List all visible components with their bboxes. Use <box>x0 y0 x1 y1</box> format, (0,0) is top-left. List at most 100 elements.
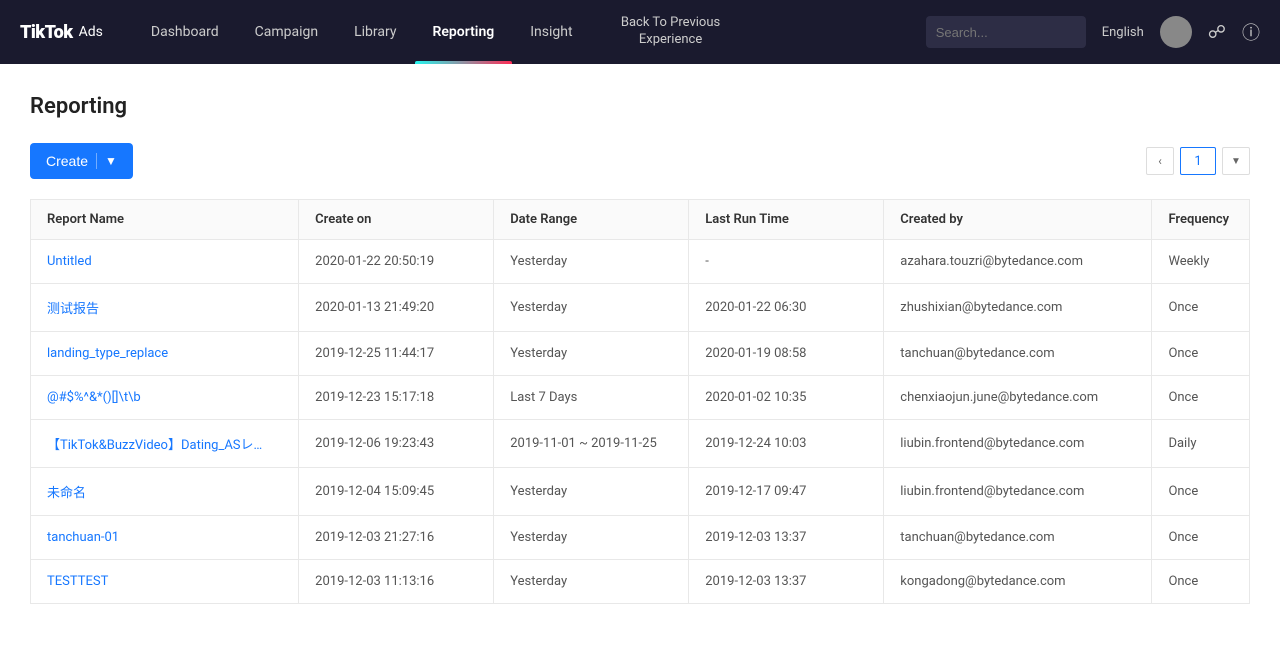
cell-created-by: liubin.frontend@bytedance.com <box>884 420 1152 468</box>
cell-name: Untitled <box>31 240 299 284</box>
cell-frequency: Once <box>1152 560 1250 604</box>
toolbar: Create ▼ ‹ 1 ▼ <box>30 143 1250 179</box>
cell-name: 【TikTok&BuzzVideo】Dating_ASレポ... <box>31 420 299 468</box>
cell-create: 2019-12-23 15:17:18 <box>299 376 494 420</box>
table-header: Report Name Create on Date Range Last Ru… <box>31 200 1250 240</box>
report-link[interactable]: 未命名 <box>47 482 267 501</box>
report-link[interactable]: TESTTEST <box>47 574 267 589</box>
table-row: Untitled 2020-01-22 20:50:19 Yesterday -… <box>31 240 1250 284</box>
cell-run: - <box>689 240 884 284</box>
cell-created-by: liubin.frontend@bytedance.com <box>884 468 1152 516</box>
cell-create: 2020-01-13 21:49:20 <box>299 284 494 332</box>
cell-date: Yesterday <box>494 468 689 516</box>
notification-icon[interactable]: ☍ <box>1208 22 1226 43</box>
col-header-freq: Frequency <box>1152 200 1250 240</box>
cell-date: Yesterday <box>494 240 689 284</box>
cell-name: 测试报告 <box>31 284 299 332</box>
nav-links: Dashboard Campaign Library Reporting Ins… <box>133 0 926 64</box>
cell-run: 2019-12-03 13:37 <box>689 516 884 560</box>
report-link[interactable]: @#$%^&*()[]\t\b <box>47 390 267 405</box>
cell-frequency: Once <box>1152 332 1250 376</box>
cell-run: 2020-01-02 10:35 <box>689 376 884 420</box>
main-content: Reporting Create ▼ ‹ 1 ▼ Report Name Cre… <box>0 64 1280 645</box>
cell-created-by: tanchuan@bytedance.com <box>884 516 1152 560</box>
logo-ads: Ads <box>79 24 103 40</box>
cell-frequency: Once <box>1152 376 1250 420</box>
report-link[interactable]: landing_type_replace <box>47 346 267 361</box>
language-selector[interactable]: English <box>1102 25 1144 40</box>
cell-run: 2020-01-22 06:30 <box>689 284 884 332</box>
create-dropdown-arrow[interactable]: ▼ <box>96 153 117 169</box>
search-input[interactable] <box>926 16 1086 48</box>
cell-run: 2019-12-17 09:47 <box>689 468 884 516</box>
logo-tiktok: TikTok <box>20 22 73 43</box>
cell-name: 未命名 <box>31 468 299 516</box>
cell-frequency: Daily <box>1152 420 1250 468</box>
cell-created-by: tanchuan@bytedance.com <box>884 332 1152 376</box>
nav-item-campaign[interactable]: Campaign <box>237 0 336 64</box>
cell-frequency: Once <box>1152 468 1250 516</box>
create-label: Create <box>46 153 88 169</box>
report-link[interactable]: tanchuan-01 <box>47 530 267 545</box>
nav-item-library[interactable]: Library <box>336 0 414 64</box>
report-link[interactable]: Untitled <box>47 254 267 269</box>
col-header-create: Create on <box>299 200 494 240</box>
nav-back-button[interactable]: Back To Previous Experience <box>591 0 751 64</box>
cell-frequency: Weekly <box>1152 240 1250 284</box>
cell-name: TESTTEST <box>31 560 299 604</box>
table-row: 【TikTok&BuzzVideo】Dating_ASレポ... 2019-12… <box>31 420 1250 468</box>
page-dropdown[interactable]: ▼ <box>1222 147 1250 175</box>
table-row: 测试报告 2020-01-13 21:49:20 Yesterday 2020-… <box>31 284 1250 332</box>
table-row: landing_type_replace 2019-12-25 11:44:17… <box>31 332 1250 376</box>
cell-date: Yesterday <box>494 560 689 604</box>
cell-run: 2020-01-19 08:58 <box>689 332 884 376</box>
cell-name: landing_type_replace <box>31 332 299 376</box>
logo[interactable]: TikTok Ads <box>20 22 103 43</box>
cell-created-by: chenxiaojun.june@bytedance.com <box>884 376 1152 420</box>
cell-run: 2019-12-24 10:03 <box>689 420 884 468</box>
cell-run: 2019-12-03 13:37 <box>689 560 884 604</box>
report-link[interactable]: 【TikTok&BuzzVideo】Dating_ASレポ... <box>47 434 267 453</box>
cell-date: Yesterday <box>494 332 689 376</box>
pagination: ‹ 1 ▼ <box>1146 147 1250 175</box>
avatar[interactable] <box>1160 16 1192 48</box>
cell-create: 2020-01-22 20:50:19 <box>299 240 494 284</box>
table-body: Untitled 2020-01-22 20:50:19 Yesterday -… <box>31 240 1250 604</box>
cell-name: @#$%^&*()[]\t\b <box>31 376 299 420</box>
cell-date: 2019-11-01 ~ 2019-11-25 <box>494 420 689 468</box>
nav-item-dashboard[interactable]: Dashboard <box>133 0 237 64</box>
cell-created-by: zhushixian@bytedance.com <box>884 284 1152 332</box>
col-header-created: Created by <box>884 200 1152 240</box>
create-button[interactable]: Create ▼ <box>30 143 133 179</box>
page-title: Reporting <box>30 94 1250 119</box>
report-table: Report Name Create on Date Range Last Ru… <box>30 199 1250 604</box>
report-link[interactable]: 测试报告 <box>47 298 267 317</box>
cell-create: 2019-12-03 11:13:16 <box>299 560 494 604</box>
page-number: 1 <box>1180 147 1216 175</box>
col-header-run: Last Run Time <box>689 200 884 240</box>
navbar: TikTok Ads Dashboard Campaign Library Re… <box>0 0 1280 64</box>
col-header-name: Report Name <box>31 200 299 240</box>
cell-created-by: azahara.touzri@bytedance.com <box>884 240 1152 284</box>
prev-page-button[interactable]: ‹ <box>1146 147 1174 175</box>
col-header-date: Date Range <box>494 200 689 240</box>
cell-create: 2019-12-06 19:23:43 <box>299 420 494 468</box>
table-row: 未命名 2019-12-04 15:09:45 Yesterday 2019-1… <box>31 468 1250 516</box>
cell-frequency: Once <box>1152 284 1250 332</box>
nav-item-reporting[interactable]: Reporting <box>415 0 513 64</box>
cell-date: Yesterday <box>494 284 689 332</box>
table-row: tanchuan-01 2019-12-03 21:27:16 Yesterda… <box>31 516 1250 560</box>
cell-date: Yesterday <box>494 516 689 560</box>
table-row: TESTTEST 2019-12-03 11:13:16 Yesterday 2… <box>31 560 1250 604</box>
nav-item-insight[interactable]: Insight <box>512 0 590 64</box>
cell-create: 2019-12-25 11:44:17 <box>299 332 494 376</box>
cell-create: 2019-12-04 15:09:45 <box>299 468 494 516</box>
cell-create: 2019-12-03 21:27:16 <box>299 516 494 560</box>
cell-date: Last 7 Days <box>494 376 689 420</box>
cell-created-by: kongadong@bytedance.com <box>884 560 1152 604</box>
help-icon[interactable]: ⓘ <box>1242 19 1260 45</box>
cell-frequency: Once <box>1152 516 1250 560</box>
nav-right: English ☍ ⓘ <box>926 16 1260 48</box>
table-row: @#$%^&*()[]\t\b 2019-12-23 15:17:18 Last… <box>31 376 1250 420</box>
cell-name: tanchuan-01 <box>31 516 299 560</box>
